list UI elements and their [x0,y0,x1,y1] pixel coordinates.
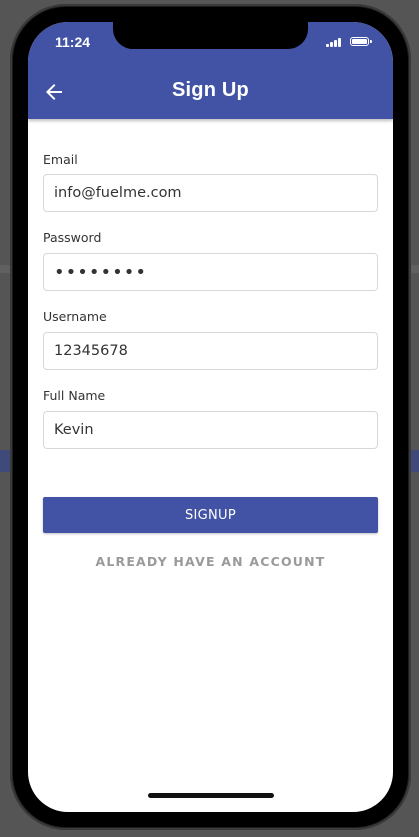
home-indicator [148,793,274,798]
phone-screen: 11:24 Sign Up Email Password Username Fu… [28,22,393,812]
cellular-signal-icon [326,37,344,47]
password-label: Password [43,230,102,245]
battery-icon [350,37,372,46]
email-label: Email [43,152,78,167]
signup-button[interactable]: SIGNUP [43,497,378,533]
page-title: Sign Up [172,79,249,101]
email-field[interactable] [43,174,378,212]
username-label: Username [43,309,107,324]
phone-notch [113,22,308,49]
username-field[interactable] [43,332,378,370]
already-have-account-link[interactable]: ALREADY HAVE AN ACCOUNT [28,554,393,569]
full-name-field[interactable] [43,411,378,449]
status-time: 11:24 [55,34,91,50]
password-field[interactable] [43,253,378,291]
full-name-label: Full Name [43,388,106,403]
app-header: 11:24 Sign Up [28,22,393,119]
status-bar: 11:24 [28,22,393,62]
